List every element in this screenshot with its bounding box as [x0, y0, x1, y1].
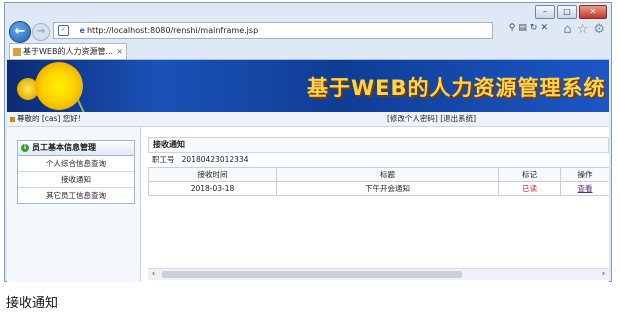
column-header-flag: 标记 — [498, 167, 561, 182]
compat-icon[interactable]: ▤ — [518, 23, 530, 33]
employee-menu: i 员工基本信息管理 个人综合信息查询 接收通知 其它员工信息查询 — [17, 140, 135, 204]
tab-title: 基于WEB的人力资源管... — [23, 47, 114, 56]
main-content: 接收通知 职工号 20180423012334 接收时间 标题 标记 操作 20… — [148, 137, 609, 267]
scroll-right-icon[interactable]: › — [598, 269, 609, 280]
menu-item-receive-notice[interactable]: 接收通知 — [18, 172, 134, 188]
menu-item-other-employees[interactable]: 其它员工信息查询 — [18, 188, 134, 203]
user-info-bar: 尊敬的 [cas] 您好! [修改个人密码] [退出系统] — [7, 112, 609, 127]
column-header-time: 接收时间 — [148, 167, 277, 182]
dandelion-image — [35, 62, 83, 110]
ie-page-icon: e — [79, 26, 85, 35]
horizontal-scrollbar[interactable]: ‹ › — [148, 268, 609, 280]
browser-window: – □ ✕ ← → ✓ e http://localhost:8080/rensh… — [4, 2, 612, 282]
maximize-button[interactable]: □ — [557, 5, 577, 19]
forward-arrow-icon[interactable]: → — [32, 23, 50, 41]
info-icon: i — [21, 143, 29, 152]
status-badge: 已读 — [498, 181, 561, 196]
employee-id-value: 20180423012334 — [181, 155, 249, 164]
stop-icon[interactable]: ✕ — [540, 23, 551, 33]
page-title: 接收通知 — [148, 137, 609, 153]
back-arrow-icon[interactable]: ← — [9, 21, 31, 43]
page-viewport: 基于WEB的人力资源管理系统 尊敬的 [cas] 您好! [修改个人密码] [退… — [7, 59, 609, 282]
gear-icon[interactable]: ⚙ — [593, 22, 605, 37]
url-host: http://localhost — [86, 26, 148, 35]
greeting-text: 尊敬的 [cas] 您好! — [17, 114, 81, 123]
account-links[interactable]: [修改个人密码] [退出系统] — [387, 112, 476, 125]
figure-caption: 接收通知 — [6, 296, 59, 311]
browser-tab[interactable]: 基于WEB的人力资源管... × — [9, 43, 127, 59]
notice-table: 接收时间 标题 标记 操作 2018-03-18 下午开会通知 已读 查看 — [148, 167, 609, 196]
search-icon[interactable]: ⚲ — [509, 23, 519, 33]
close-icon[interactable]: × — [116, 44, 123, 59]
star-icon[interactable]: ☆ — [577, 22, 589, 37]
shield-icon[interactable]: ✓ — [58, 25, 69, 36]
column-header-title: 标题 — [276, 167, 499, 182]
cell-action: 查看 — [560, 181, 609, 196]
home-icon[interactable]: ⌂ — [563, 22, 571, 37]
refresh-icon[interactable]: ↻ — [530, 23, 541, 33]
minimize-button[interactable]: – — [535, 5, 555, 19]
cell-title: 下午开会通知 — [276, 181, 499, 196]
window-controls: – □ ✕ — [535, 5, 607, 19]
scroll-thumb[interactable] — [162, 271, 462, 278]
favicon-icon — [13, 47, 21, 56]
employee-id-line: 职工号 20180423012334 — [148, 153, 609, 167]
table-header-row: 接收时间 标题 标记 操作 — [148, 167, 609, 182]
menu-heading[interactable]: i 员工基本信息管理 — [18, 141, 134, 156]
bullet-icon — [10, 116, 15, 122]
column-header-action: 操作 — [560, 167, 609, 182]
address-tools: ⚲▤↻✕ — [509, 23, 551, 33]
browser-tools: ⌂ ☆ ⚙ — [563, 22, 605, 37]
site-banner: 基于WEB的人力资源管理系统 — [7, 60, 609, 112]
cell-time: 2018-03-18 — [148, 181, 277, 196]
navigation-bar: ← → ✓ e http://localhost:8080/renshi/main… — [7, 20, 609, 44]
address-bar[interactable]: ✓ e http://localhost:8080/renshi/mainfram… — [53, 22, 493, 39]
scroll-left-icon[interactable]: ‹ — [148, 269, 159, 280]
banner-title: 基于WEB的人力资源管理系统 — [307, 76, 606, 100]
window-close-button[interactable]: ✕ — [579, 5, 607, 19]
menu-heading-label: 员工基本信息管理 — [32, 143, 96, 152]
menu-item-personal-query[interactable]: 个人综合信息查询 — [18, 156, 134, 172]
view-link[interactable]: 查看 — [578, 184, 593, 193]
table-row: 2018-03-18 下午开会通知 已读 查看 — [148, 181, 609, 196]
left-sidebar: i 员工基本信息管理 个人综合信息查询 接收通知 其它员工信息查询 — [7, 127, 141, 282]
employee-id-label: 职工号 — [152, 155, 175, 164]
url-path: :8080/renshi/mainframe.jsp — [147, 26, 259, 35]
